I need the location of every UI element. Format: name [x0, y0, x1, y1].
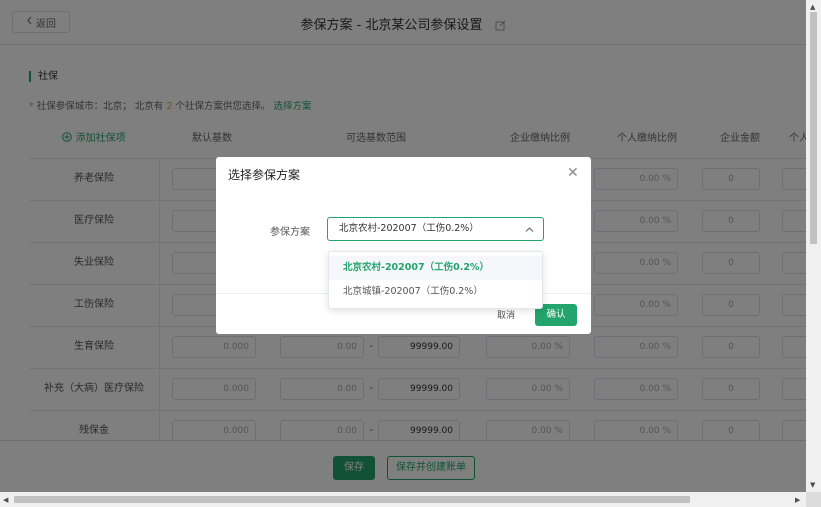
scheme-dropdown: 北京农村-202007（工伤0.2%） 北京城镇-202007（工伤0.2%）	[328, 251, 543, 309]
scheme-option[interactable]: 北京农村-202007（工伤0.2%）	[329, 256, 542, 280]
scheme-option[interactable]: 北京城镇-202007（工伤0.2%）	[329, 280, 542, 304]
vertical-scrollbar[interactable]: ▲ ▼	[806, 0, 821, 492]
scheme-field-label: 参保方案	[270, 227, 310, 238]
cancel-button[interactable]: 取消	[492, 307, 520, 325]
scheme-select[interactable]: 北京农村-202007（工伤0.2%）	[327, 217, 544, 241]
scrollbar-corner	[806, 492, 821, 507]
close-icon[interactable]: ✕	[567, 166, 579, 180]
chevron-up-icon	[525, 225, 534, 236]
scheme-select-value: 北京农村-202007（工伤0.2%）	[339, 223, 479, 234]
dialog-title: 选择参保方案	[228, 168, 301, 182]
horizontal-scroll-thumb[interactable]	[14, 496, 690, 503]
page: 返回 参保方案 - 北京某公司参保设置 社保 * 社保参保城市：北京； 北京有 …	[0, 0, 806, 492]
horizontal-scrollbar[interactable]: ◀ ▶	[0, 492, 806, 507]
scroll-right-icon[interactable]: ▶	[795, 496, 800, 504]
scroll-down-icon[interactable]: ▼	[810, 481, 815, 489]
vertical-scroll-thumb[interactable]	[810, 12, 817, 244]
scroll-up-icon[interactable]: ▲	[810, 3, 815, 11]
scroll-left-icon[interactable]: ◀	[3, 496, 8, 504]
